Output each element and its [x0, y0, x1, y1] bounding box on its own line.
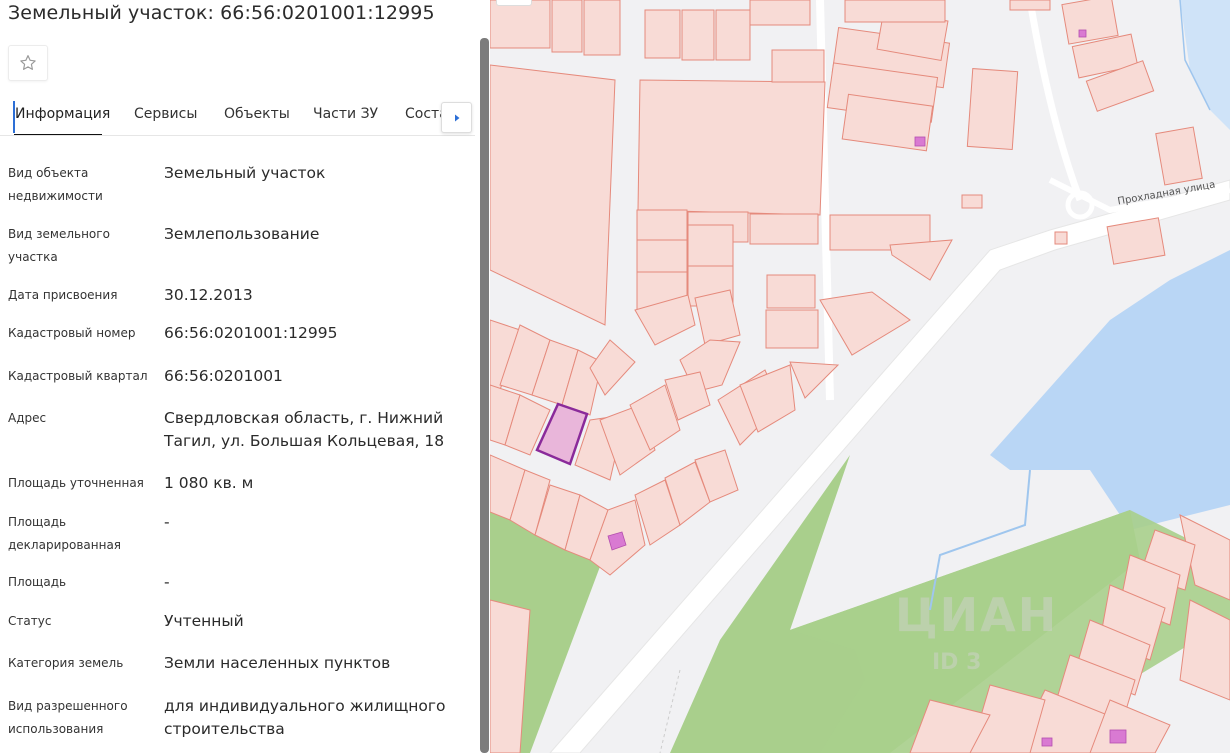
row-label: Вид земельного участка — [8, 227, 110, 264]
page-title: Земельный участок: 66:56:0201001:12995 — [8, 2, 435, 24]
star-outline-icon — [20, 55, 36, 70]
row-value: - — [164, 573, 170, 591]
map-canvas[interactable] — [490, 0, 1230, 753]
row-label: Вид разрешенного использования — [8, 699, 128, 736]
row-value: Свердловская область, г. Нижний Тагил, у… — [164, 409, 445, 450]
row-value: 30.12.2013 — [164, 286, 253, 304]
tab-objects[interactable]: Объекты — [224, 106, 290, 122]
row-label: Площадь уточненная — [8, 476, 144, 490]
row-value: Учтенный — [164, 612, 244, 630]
active-tab-marker — [13, 101, 15, 133]
favorite-button[interactable] — [8, 45, 48, 81]
map-control-button[interactable] — [496, 0, 532, 6]
row-value: Земли населенных пунктов — [164, 654, 391, 672]
info-panel: Земельный участок: 66:56:0201001:12995 И… — [0, 0, 490, 753]
panel-scrollbar[interactable] — [480, 38, 489, 753]
row-label: Категория земель — [8, 656, 124, 670]
watermark: ЦИАН — [895, 588, 1059, 642]
row-label: Дата присвоения — [8, 288, 118, 302]
active-tab-underline — [14, 134, 102, 135]
row-label: Статус — [8, 614, 52, 628]
row-value: 1 080 кв. м — [164, 474, 254, 492]
row-label: Площадь декларированная — [8, 515, 122, 552]
tab-services[interactable]: Сервисы — [134, 106, 197, 122]
row-value: 66:56:0201001 — [164, 367, 283, 385]
row-value: 66:56:0201001:12995 — [164, 324, 338, 342]
tab-parts[interactable]: Части ЗУ — [313, 106, 378, 122]
row-value: Землепользование — [164, 225, 320, 243]
row-value: для индивидуального жилищного строительс… — [164, 697, 446, 738]
row-value: Земельный участок — [164, 164, 326, 182]
caret-right-icon — [454, 114, 459, 121]
row-value: - — [164, 513, 170, 531]
row-label: Площадь — [8, 575, 67, 589]
tab-bar: Информация Сервисы Объекты Части ЗУ Сост… — [0, 96, 475, 136]
row-label: Кадастровый номер — [8, 326, 136, 340]
cadastral-map[interactable]: Прохладная улица ЦИАН ID 3 — [490, 0, 1230, 753]
row-label: Вид объекта недвижимости — [8, 166, 103, 203]
row-label: Адрес — [8, 411, 47, 425]
tabs-next-button[interactable] — [441, 102, 472, 133]
lake — [990, 250, 1230, 530]
watermark-id: ID 3 — [932, 650, 982, 675]
row-label: Кадастровый квартал — [8, 369, 148, 383]
tab-info[interactable]: Информация — [15, 106, 110, 122]
